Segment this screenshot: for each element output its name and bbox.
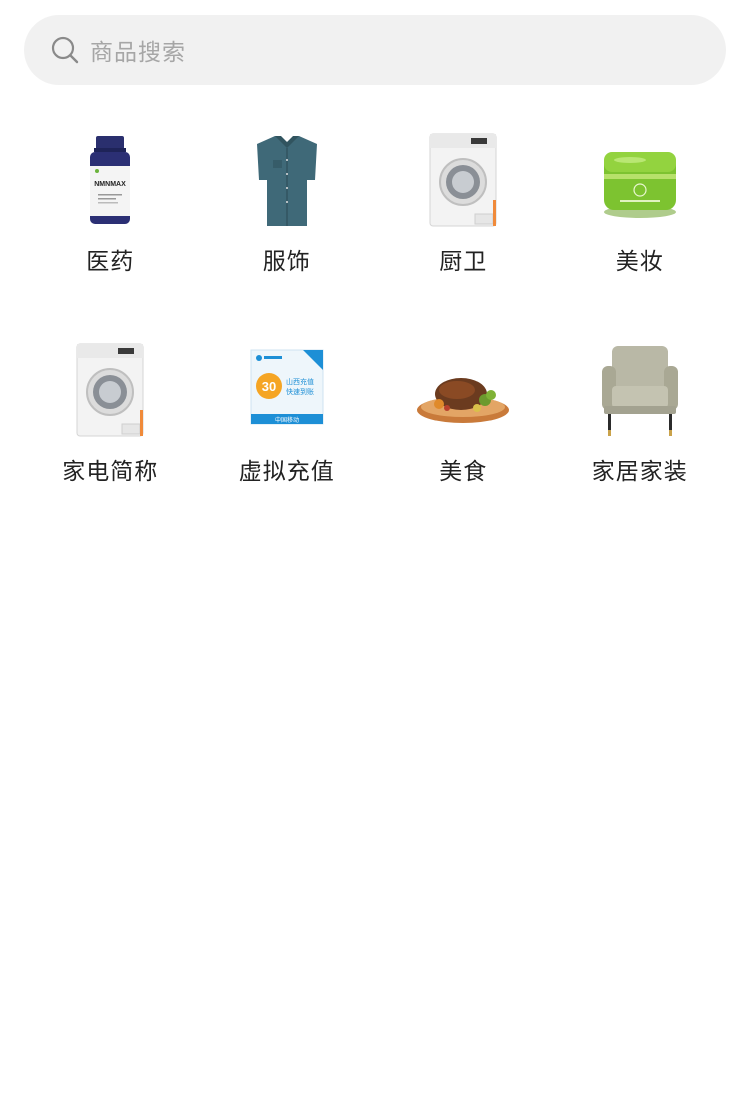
category-label: 虚拟充值 — [238, 459, 335, 485]
category-label: 服饰 — [262, 249, 311, 275]
recharge-sub-text: 快速到账 — [286, 387, 314, 396]
category-label: 美食 — [439, 459, 488, 485]
category-label: 美妆 — [615, 249, 664, 275]
category-food[interactable]: 美食 — [375, 340, 552, 550]
category-label: 家电简称 — [62, 459, 159, 485]
search-placeholder: 商品搜索 — [90, 40, 186, 66]
category-kitchen-bath[interactable]: 厨卫 — [375, 130, 552, 340]
phone-recharge-card-image: 30 山西充值 快速到账 中国移动 — [237, 340, 337, 440]
shirt-image — [237, 130, 337, 230]
category-beauty[interactable]: 美妆 — [552, 130, 729, 340]
category-label: 家居家装 — [591, 459, 688, 485]
bottle-brand-text: NMNMAX — [95, 181, 127, 188]
category-apparel[interactable]: 服饰 — [199, 130, 376, 340]
category-grid: NMNMAX 医药 服饰 厨卫 美妆 家电简称 30 山西充值 快速到账 中国移… — [22, 130, 728, 550]
roast-food-image — [413, 340, 513, 440]
category-page: 商品搜索 NMNMAX 医药 服饰 厨卫 美妆 家电简称 30 山西充值 快速到… — [0, 0, 750, 1107]
category-label: 医药 — [86, 249, 135, 275]
search-bar[interactable]: 商品搜索 — [24, 15, 726, 85]
search-icon — [50, 35, 80, 65]
washing-machine-image — [60, 340, 160, 440]
category-appliances[interactable]: 家电简称 — [22, 340, 199, 550]
recharge-title-text: 山西充值 — [286, 377, 314, 386]
category-home-furnishing[interactable]: 家居家装 — [552, 340, 729, 550]
washing-machine-image — [413, 130, 513, 230]
cosmetic-jar-image — [590, 130, 690, 230]
category-virtual-recharge[interactable]: 30 山西充值 快速到账 中国移动 虚拟充值 — [199, 340, 376, 550]
category-label: 厨卫 — [439, 249, 488, 275]
category-medicine[interactable]: NMNMAX 医药 — [22, 130, 199, 340]
medicine-bottle-image: NMNMAX — [60, 130, 160, 230]
armchair-image — [590, 340, 690, 440]
recharge-operator-text: 中国移动 — [275, 416, 299, 424]
recharge-amount-text: 30 — [262, 379, 276, 394]
